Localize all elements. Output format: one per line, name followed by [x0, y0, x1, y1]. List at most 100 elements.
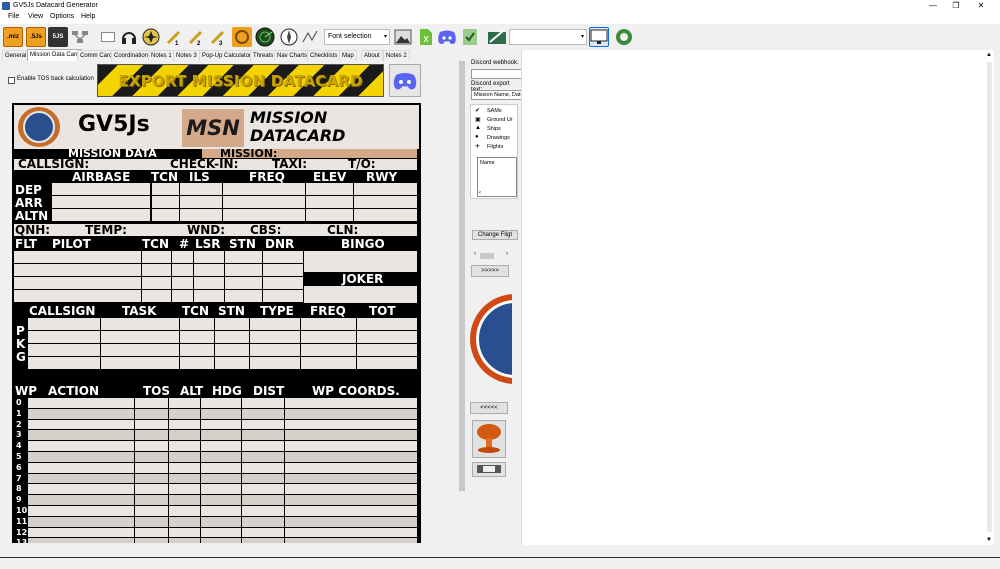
compass-icon[interactable]	[279, 27, 299, 47]
change-flight-button[interactable]: Change Fligt	[472, 230, 518, 240]
menu-file[interactable]: File	[8, 13, 19, 20]
waypoint-cell	[285, 462, 417, 473]
layer-sams[interactable]: SAMs	[487, 108, 502, 114]
preview-scrollbar-track[interactable]	[987, 62, 992, 532]
menu-options[interactable]: Options	[50, 13, 74, 20]
airbase-cell	[152, 196, 179, 208]
settings-gear-icon[interactable]	[614, 27, 634, 47]
font-selection-combo[interactable]: Font selection ▾	[324, 29, 390, 45]
nav-right-icon[interactable]: ›	[506, 251, 508, 257]
tab-map[interactable]: Map	[339, 50, 357, 61]
package-cell	[215, 357, 249, 369]
app-icon	[2, 2, 10, 10]
waypoint-number: 12	[16, 527, 28, 537]
menu-help[interactable]: Help	[81, 13, 95, 20]
tab-about[interactable]: About	[361, 50, 383, 61]
route-icon[interactable]	[300, 27, 320, 47]
note-3-icon[interactable]: 3	[208, 27, 228, 47]
waypoint-cell	[28, 398, 134, 408]
card-scrollbar-thumb[interactable]	[459, 61, 465, 491]
scroll-up-icon[interactable]: ▲	[986, 52, 992, 58]
tab-popup-calculator[interactable]: Pop-Up Calculator	[199, 50, 255, 61]
monitor-toggle-icon[interactable]	[589, 27, 609, 47]
airbase-cell	[223, 183, 305, 195]
discord-send-button[interactable]	[389, 64, 421, 97]
waypoint-cell	[201, 506, 241, 516]
note-2-icon[interactable]: 2	[186, 27, 206, 47]
tab-coordination[interactable]: Coordination	[111, 50, 152, 61]
tab-comm-card[interactable]: Comm Card	[77, 50, 116, 61]
tab-notes-1[interactable]: Notes 1	[148, 50, 175, 61]
msn-badge: MSN	[182, 109, 244, 147]
flt-header: FLT	[15, 237, 38, 251]
tape-button[interactable]	[472, 462, 506, 477]
discord-icon[interactable]	[437, 27, 457, 47]
target-icon[interactable]	[141, 27, 161, 47]
waypoint-cell	[169, 495, 200, 505]
flat-icon[interactable]	[98, 27, 118, 47]
tab-notes-2[interactable]: Notes 2	[383, 50, 410, 61]
tab-mission-data-card[interactable]: Mission Data Card	[27, 49, 83, 61]
blank-combo[interactable]: ▾	[509, 29, 587, 45]
flight-cell	[225, 290, 262, 302]
scroll-down-icon[interactable]: ▼	[986, 537, 992, 543]
open-5js-button[interactable]: .5Js	[26, 27, 46, 47]
layer-flights[interactable]: Flights	[487, 144, 503, 150]
flight-cell	[225, 251, 262, 263]
image-icon[interactable]	[393, 27, 413, 47]
open-miz-button[interactable]: .miz	[3, 27, 23, 47]
flight-cell	[263, 264, 303, 276]
altn-label: ALTN	[15, 209, 49, 223]
waypoint-cell	[242, 462, 284, 473]
horizontal-scroll-thumb[interactable]	[480, 253, 494, 259]
close-button[interactable]: ✕	[970, 0, 992, 12]
scroll-left-icon[interactable]: ‹	[479, 190, 481, 196]
checkin-label: CHECK-IN:	[170, 157, 239, 171]
maximize-button[interactable]: ❐	[945, 0, 967, 12]
flight-list-box[interactable]: Name ‹	[477, 157, 517, 197]
network-icon[interactable]	[70, 27, 90, 47]
export-mission-datacard-button[interactable]: EXPORT MISSION DATACARD	[97, 64, 384, 97]
nuke-button[interactable]	[472, 420, 506, 458]
forward-button[interactable]: >>>>>	[471, 265, 509, 277]
back-button[interactable]: <<<<<	[470, 402, 508, 414]
wp-tos-header: TOS	[143, 384, 171, 398]
radar-icon[interactable]	[255, 27, 275, 47]
discord-icon	[393, 72, 417, 89]
preview-scrollbar[interactable]: ▲ ▼	[985, 50, 994, 545]
sam-icon: ✔	[475, 108, 481, 114]
tab-checklists[interactable]: Checklists	[307, 50, 341, 61]
mission-datacard-preview: GV5Js MSN MISSION DATACARD MISSION DATA …	[12, 103, 421, 543]
excel-export-icon[interactable]	[416, 27, 436, 47]
ground-unit-icon: ▣	[475, 117, 481, 123]
save-5js-button[interactable]: 5JS	[48, 27, 68, 47]
minimize-button[interactable]: —	[922, 0, 944, 12]
waypoint-cell	[169, 462, 200, 473]
calculator-icon[interactable]	[232, 27, 252, 47]
waypoint-cell	[285, 452, 417, 462]
menu-view[interactable]: View	[28, 13, 43, 20]
layer-ground-units[interactable]: Ground Ur	[487, 117, 513, 123]
layer-drawings[interactable]: Drawings	[487, 135, 510, 141]
gauge-icon[interactable]	[487, 27, 507, 47]
wp-hdg-header: HDG	[212, 384, 242, 398]
tab-nav-charts[interactable]: Nav Charts	[274, 50, 311, 61]
layer-ships[interactable]: Ships	[487, 126, 501, 132]
tos-back-calc-checkbox[interactable]	[8, 77, 15, 84]
waypoint-cell	[28, 506, 134, 516]
airbase-cell	[354, 183, 417, 195]
waypoint-cell	[28, 495, 134, 505]
tab-notes-3[interactable]: Notes 3	[173, 50, 200, 61]
note-1-icon[interactable]: 1	[164, 27, 184, 47]
nav-left-icon[interactable]: ‹	[474, 251, 476, 257]
headset-icon[interactable]	[119, 27, 139, 47]
open-miz-label: .miz	[7, 34, 19, 40]
airbase-cell	[223, 209, 305, 221]
waypoint-cell	[169, 516, 200, 527]
card-scrollbar[interactable]	[458, 61, 466, 491]
tab-general[interactable]: General	[2, 50, 30, 61]
tab-threats[interactable]: Threats	[250, 50, 277, 61]
check-export-icon[interactable]	[460, 27, 480, 47]
airbase-cell	[306, 183, 353, 195]
waypoint-cell	[28, 430, 134, 441]
